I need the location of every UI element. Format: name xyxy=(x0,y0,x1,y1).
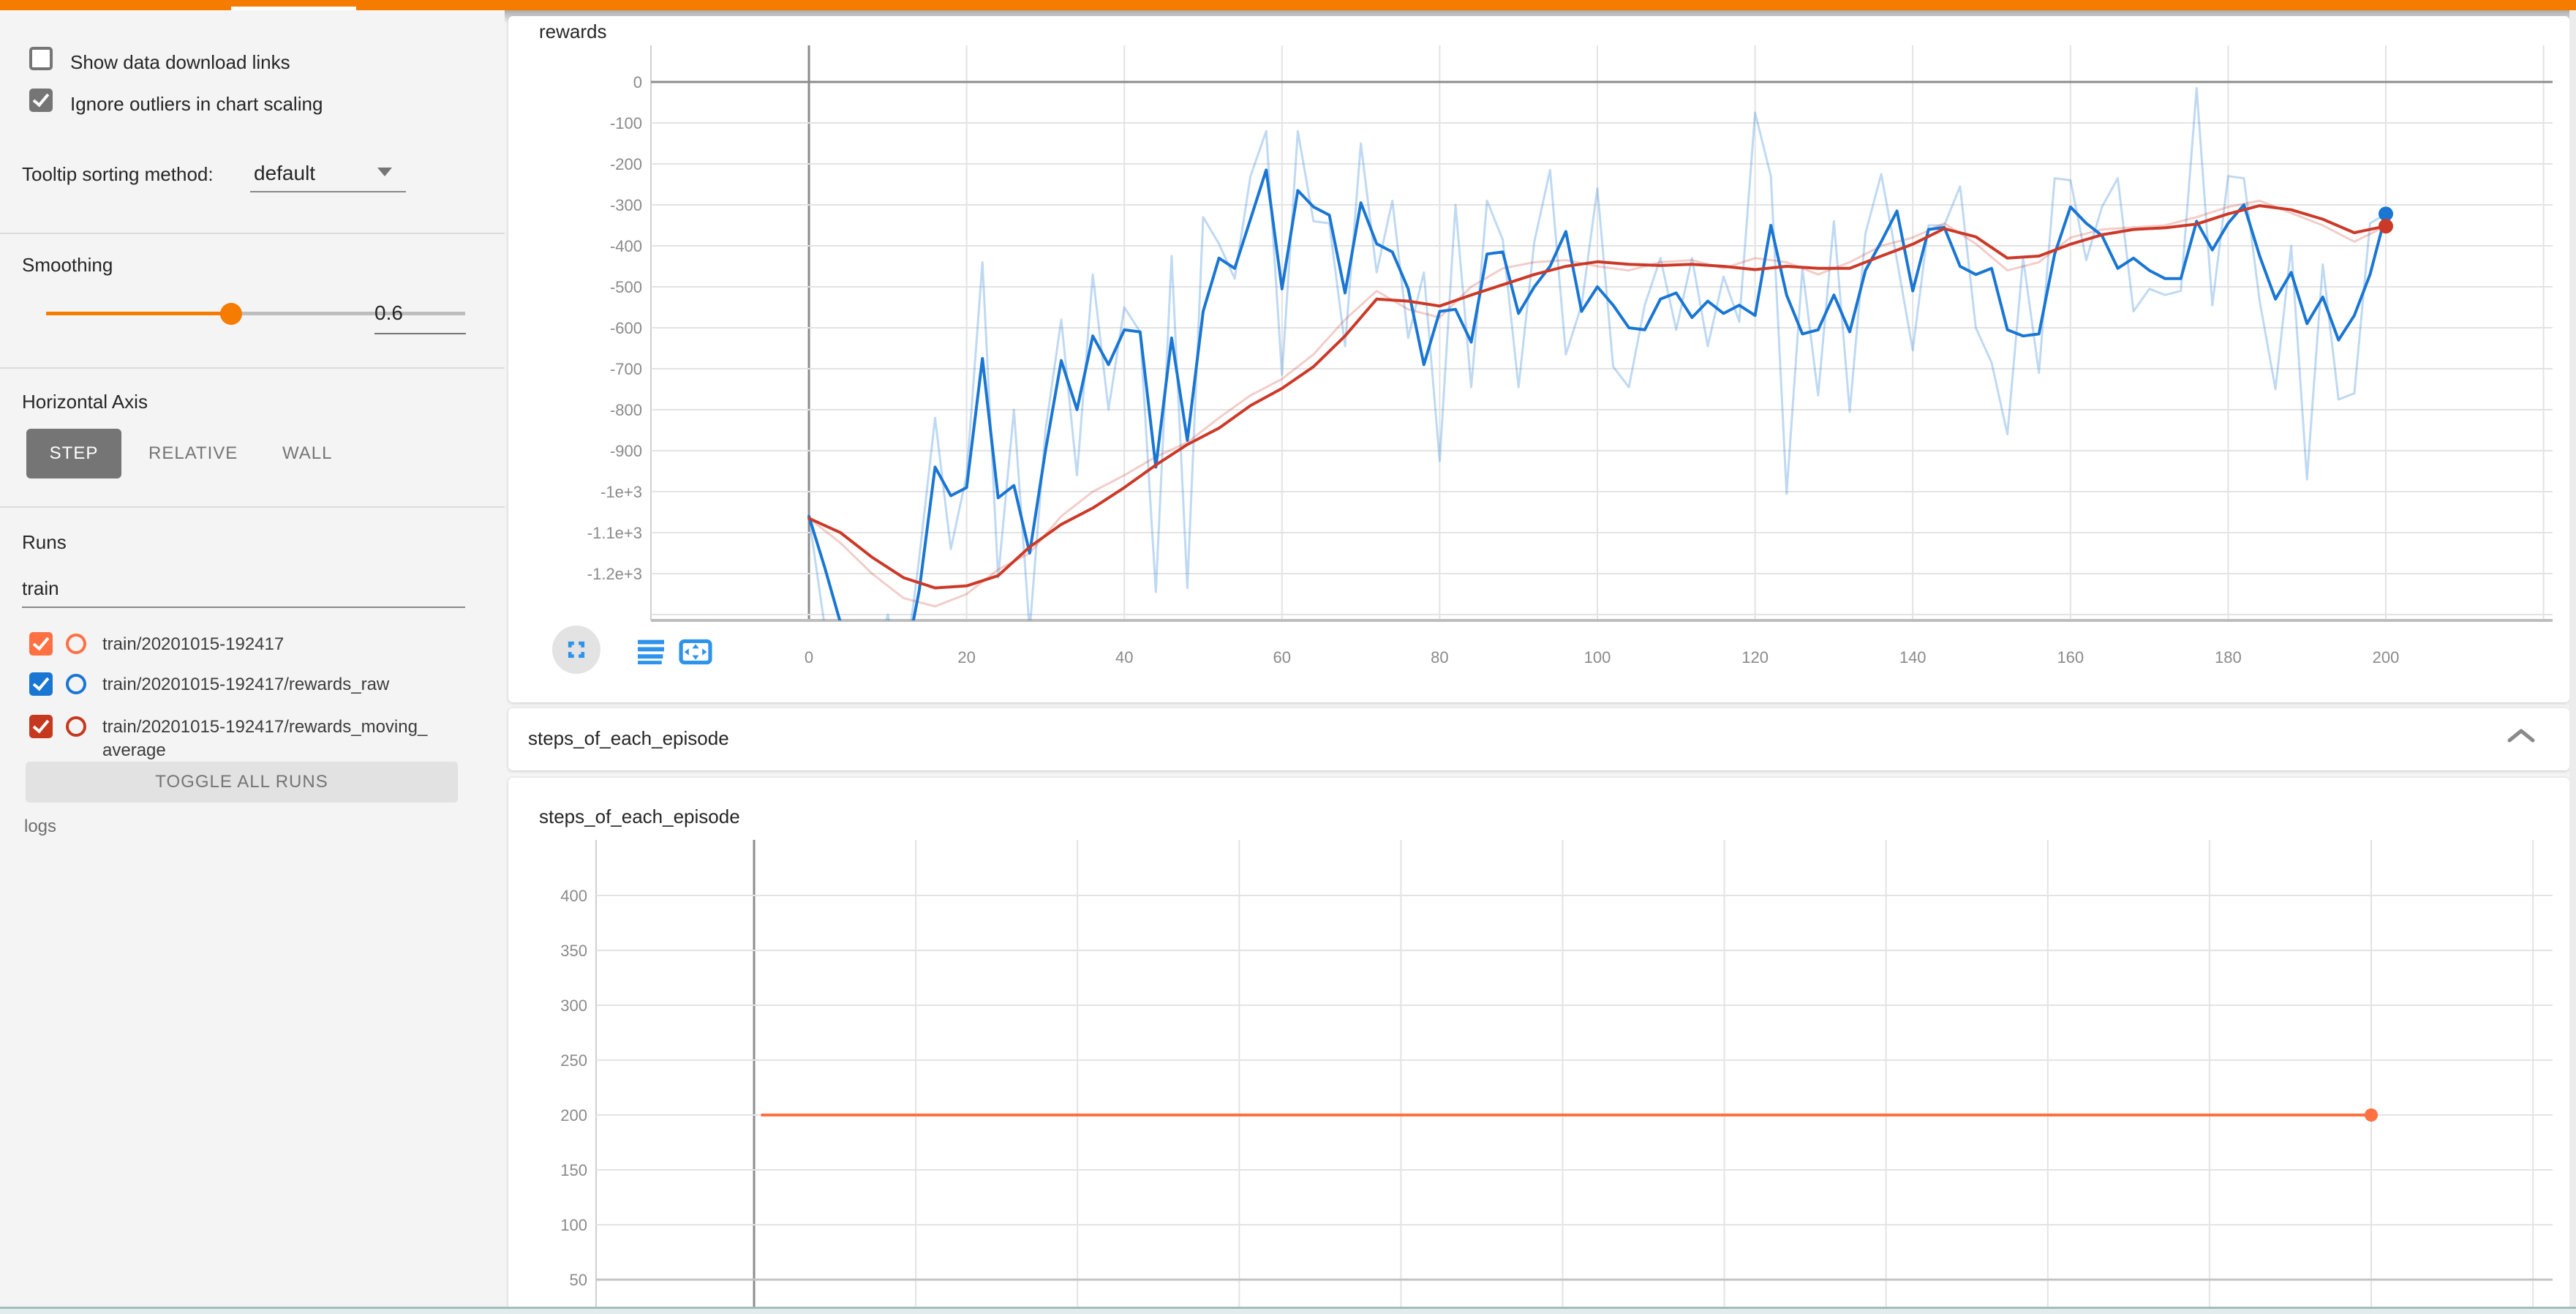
chevron-down-icon[interactable] xyxy=(377,168,392,176)
chevron-up-icon[interactable] xyxy=(2507,726,2536,746)
steps-section-header[interactable]: steps_of_each_episode xyxy=(508,708,2569,770)
runs-label: Runs xyxy=(22,533,67,552)
window-bottom-edge xyxy=(0,1307,2576,1314)
run-label-2-line2: average xyxy=(102,740,166,762)
section-title: steps_of_each_episode xyxy=(528,729,729,748)
show-data-download-links-checkbox[interactable] xyxy=(29,47,53,70)
run-radio-2[interactable] xyxy=(66,716,86,737)
toggle-all-runs-button[interactable]: TOGGLE ALL RUNS xyxy=(26,762,458,803)
log-scale-icon[interactable] xyxy=(636,639,666,665)
run-checkbox-0[interactable] xyxy=(29,632,53,656)
tooltip-sorting-label: Tooltip sorting method: xyxy=(22,165,214,184)
horizontal-axis-label: Horizontal Axis xyxy=(22,392,148,411)
divider xyxy=(0,506,505,508)
rewards-chart-title: rewards xyxy=(539,22,606,41)
settings-sidebar: Show data download links Ignore outliers… xyxy=(0,10,505,1314)
smoothing-value-underline xyxy=(374,333,466,334)
run-checkbox-2[interactable] xyxy=(29,715,53,738)
ignore-outliers-label: Ignore outliers in chart scaling xyxy=(70,94,323,113)
run-label-1: train/20201015-192417/rewards_raw xyxy=(102,674,389,696)
run-label-0: train/20201015-192417 xyxy=(102,634,284,656)
expand-icon[interactable] xyxy=(562,636,590,664)
rewards-chart-plot[interactable] xyxy=(651,45,2553,620)
show-data-download-links-label: Show data download links xyxy=(70,53,290,72)
tab-step[interactable]: STEP xyxy=(26,429,121,478)
tooltip-sorting-underline xyxy=(250,191,406,192)
smoothing-label: Smoothing xyxy=(22,255,113,274)
ignore-outliers-checkbox[interactable] xyxy=(29,89,53,112)
steps-chart-card: steps_of_each_episode xyxy=(508,778,2569,1314)
tensorboard-scalars-page: Show data download links Ignore outliers… xyxy=(0,0,2576,1314)
fit-domain-icon[interactable] xyxy=(679,639,712,665)
app-header xyxy=(0,0,2576,10)
smoothing-slider-track-filled[interactable] xyxy=(46,312,231,315)
tooltip-sorting-dropdown[interactable]: default xyxy=(254,163,315,184)
steps-chart-plot[interactable] xyxy=(596,840,2553,1314)
run-label-2: train/20201015-192417/rewards_moving_ xyxy=(102,716,427,738)
run-filter-underline xyxy=(22,607,465,608)
divider xyxy=(0,367,505,369)
run-radio-0[interactable] xyxy=(66,634,86,654)
divider xyxy=(0,233,505,234)
rewards-chart-card: rewards xyxy=(508,16,2569,702)
steps-chart-title: steps_of_each_episode xyxy=(539,807,740,826)
smoothing-value-input[interactable] xyxy=(374,301,462,325)
tab-relative[interactable]: RELATIVE xyxy=(148,445,238,462)
run-filter-input[interactable] xyxy=(22,577,453,600)
tab-wall[interactable]: WALL xyxy=(282,445,332,462)
smoothing-slider-thumb[interactable] xyxy=(220,303,242,325)
run-radio-1[interactable] xyxy=(66,674,86,694)
logs-label: logs xyxy=(24,818,56,836)
run-checkbox-1[interactable] xyxy=(29,672,53,696)
page-scrollbar[interactable] xyxy=(2569,10,2576,1314)
